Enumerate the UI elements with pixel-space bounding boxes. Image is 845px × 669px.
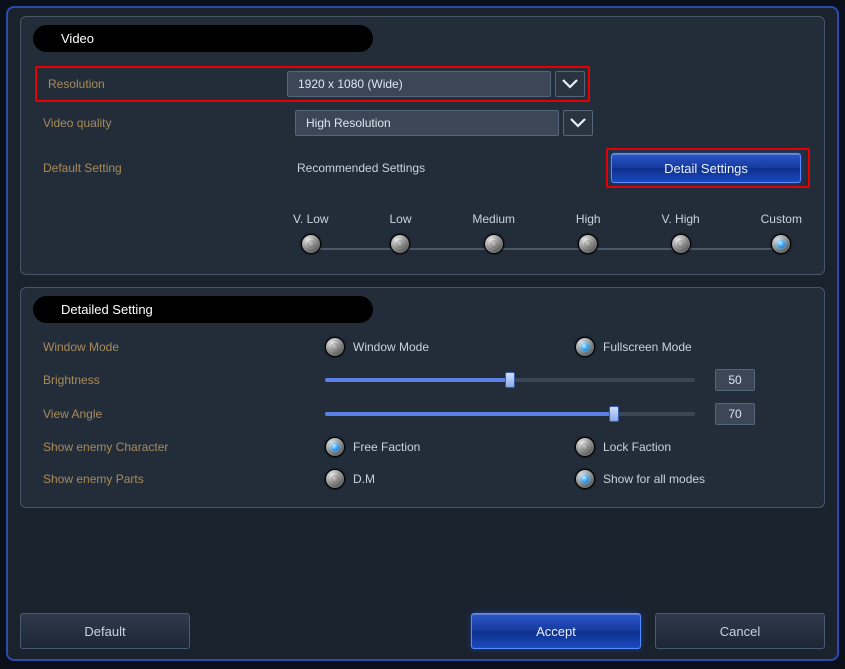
view-angle-value: 70 — [715, 403, 755, 425]
quality-level-bar: V. Low Low Medium High V. High Custom — [293, 212, 802, 254]
radio-icon — [578, 234, 598, 254]
radio-icon — [771, 234, 791, 254]
window-mode-option-label: Window Mode — [353, 340, 429, 354]
radio-icon — [325, 337, 345, 357]
default-setting-label: Default Setting — [35, 161, 295, 175]
quality-option-high[interactable]: High — [576, 212, 601, 254]
window-mode-option[interactable]: Fullscreen Mode — [575, 337, 755, 357]
detailed-title: Detailed Setting — [33, 296, 373, 323]
radio-icon — [390, 234, 410, 254]
recommended-label: Recommended Settings — [297, 161, 425, 175]
radio-icon — [325, 469, 345, 489]
quality-option-vhigh[interactable]: V. High — [661, 212, 699, 254]
show-enemy-char-label: Show enemy Character — [35, 440, 325, 454]
quality-option-label: V. Low — [293, 212, 329, 226]
quality-option-label: Low — [389, 212, 411, 226]
video-title: Video — [33, 25, 373, 52]
show-enemy-parts-option[interactable]: Show for all modes — [575, 469, 755, 489]
slider-thumb[interactable] — [505, 372, 515, 388]
window-mode-label: Window Mode — [35, 340, 325, 354]
view-angle-label: View Angle — [35, 407, 325, 421]
show-enemy-parts-option[interactable]: D.M — [325, 469, 505, 489]
radio-icon — [301, 234, 321, 254]
video-quality-label: Video quality — [35, 116, 295, 130]
cancel-button[interactable]: Cancel — [655, 613, 825, 649]
quality-option-custom[interactable]: Custom — [761, 212, 802, 254]
quality-option-label: High — [576, 212, 601, 226]
quality-option-medium[interactable]: Medium — [472, 212, 515, 254]
chevron-down-icon[interactable] — [563, 110, 593, 136]
radio-icon — [484, 234, 504, 254]
detail-settings-button[interactable]: Detail Settings — [611, 153, 801, 183]
resolution-value: 1920 x 1080 (Wide) — [287, 71, 551, 97]
footer-buttons: Default Accept Cancel — [20, 613, 825, 649]
quality-option-vlow[interactable]: V. Low — [293, 212, 329, 254]
video-section: Video Resolution 1920 x 1080 (Wide) Vide… — [20, 16, 825, 275]
show-enemy-char-option-label: Free Faction — [353, 440, 420, 454]
slider-thumb[interactable] — [609, 406, 619, 422]
show-enemy-parts-label: Show enemy Parts — [35, 472, 325, 486]
detail-settings-highlight: Detail Settings — [606, 148, 810, 188]
video-quality-value: High Resolution — [295, 110, 559, 136]
show-enemy-char-option[interactable]: Free Faction — [325, 437, 505, 457]
brightness-label: Brightness — [35, 373, 325, 387]
radio-icon — [671, 234, 691, 254]
show-enemy-parts-option-label: D.M — [353, 472, 375, 486]
view-angle-slider[interactable] — [325, 407, 695, 421]
quality-option-label: Medium — [472, 212, 515, 226]
window-mode-option[interactable]: Window Mode — [325, 337, 505, 357]
radio-icon — [325, 437, 345, 457]
radio-icon — [575, 469, 595, 489]
resolution-highlight: Resolution 1920 x 1080 (Wide) — [35, 66, 590, 102]
show-enemy-parts-option-label: Show for all modes — [603, 472, 705, 486]
default-button[interactable]: Default — [20, 613, 190, 649]
video-quality-select[interactable]: High Resolution — [295, 110, 593, 136]
chevron-down-icon[interactable] — [555, 71, 585, 97]
resolution-select[interactable]: 1920 x 1080 (Wide) — [287, 71, 585, 97]
detailed-section: Detailed Setting Window Mode Window Mode… — [20, 287, 825, 508]
window-mode-option-label: Fullscreen Mode — [603, 340, 692, 354]
radio-icon — [575, 337, 595, 357]
quality-option-low[interactable]: Low — [389, 212, 411, 254]
radio-icon — [575, 437, 595, 457]
brightness-slider[interactable] — [325, 373, 695, 387]
resolution-label: Resolution — [40, 77, 287, 91]
quality-option-label: Custom — [761, 212, 802, 226]
brightness-value: 50 — [715, 369, 755, 391]
accept-button[interactable]: Accept — [471, 613, 641, 649]
show-enemy-char-option-label: Lock Faction — [603, 440, 671, 454]
quality-option-label: V. High — [661, 212, 699, 226]
show-enemy-char-option[interactable]: Lock Faction — [575, 437, 755, 457]
settings-panel: Video Resolution 1920 x 1080 (Wide) Vide… — [6, 6, 839, 661]
